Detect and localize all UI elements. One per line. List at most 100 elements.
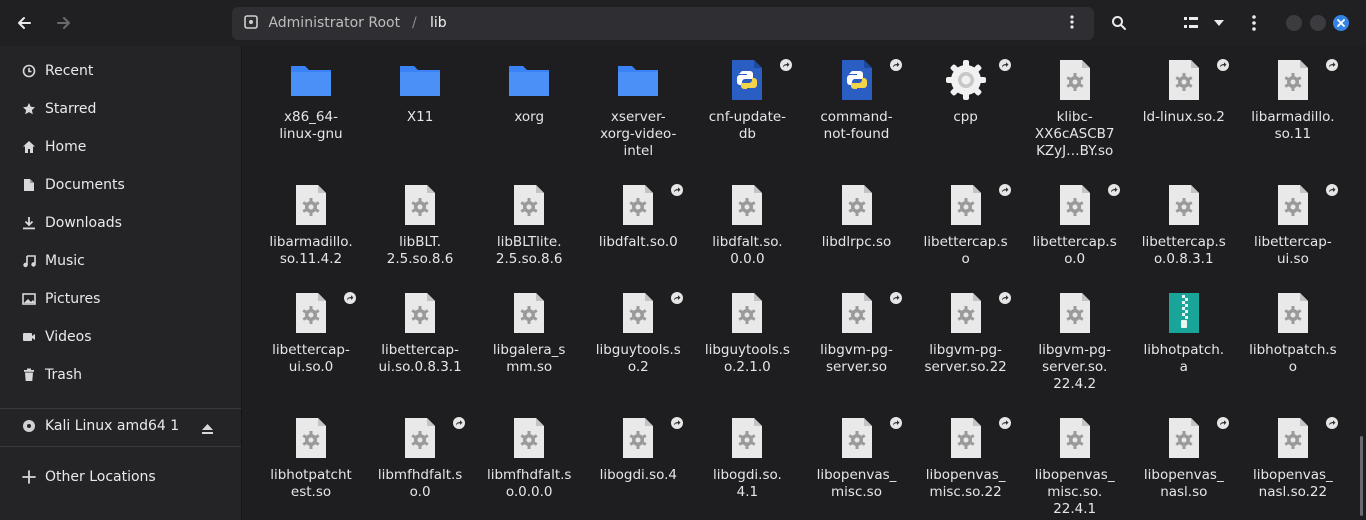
crumb-current[interactable]: lib bbox=[430, 7, 447, 40]
library-file-icon bbox=[944, 291, 988, 335]
file-name: libettercap.s o bbox=[923, 234, 1008, 267]
close-icon bbox=[1337, 19, 1345, 27]
folder-icon bbox=[289, 58, 333, 102]
file-name: libgvm-pg- server.so bbox=[820, 342, 893, 375]
chevron-down-icon bbox=[1214, 20, 1224, 26]
file-name: libopenvas_ misc.so bbox=[816, 467, 897, 500]
symlink-badge-icon bbox=[453, 414, 466, 433]
scrollbar[interactable] bbox=[1359, 46, 1363, 520]
library-file-icon bbox=[725, 291, 769, 335]
sidebar: Recent Starred Home Documents Downloads Music… bbox=[0, 46, 242, 520]
minimize-button[interactable] bbox=[1286, 15, 1302, 31]
symlink-badge-icon bbox=[1216, 414, 1229, 433]
file-name: libopenvas_ nasl.so bbox=[1143, 467, 1224, 500]
symlink-badge-icon bbox=[671, 414, 684, 433]
hard-drive-icon bbox=[244, 15, 258, 29]
path-bar[interactable]: Administrator Root / lib bbox=[232, 7, 1094, 40]
sidebar-item-label: Videos bbox=[45, 329, 92, 345]
sidebar-item-videos[interactable]: Videos bbox=[0, 318, 241, 356]
sidebar-item-recent[interactable]: Recent bbox=[0, 52, 241, 90]
clock-icon bbox=[21, 63, 37, 79]
library-file-icon bbox=[398, 291, 442, 335]
sidebar-item-label: Starred bbox=[45, 101, 97, 117]
file-name: libettercap.s o.0.8.3.1 bbox=[1141, 234, 1226, 267]
sidebar-item-home[interactable]: Home bbox=[0, 128, 241, 166]
scrollbar-thumb[interactable] bbox=[1360, 436, 1363, 516]
forward-button[interactable] bbox=[48, 7, 80, 39]
symlink-badge-icon bbox=[344, 289, 356, 308]
file-name: ld-linux.so.2 bbox=[1142, 109, 1225, 125]
sidebar-item-other-locations[interactable]: Other Locations bbox=[0, 458, 241, 496]
crumb-root[interactable]: Administrator Root bbox=[244, 7, 400, 40]
file-name: command- not-found bbox=[820, 109, 893, 142]
search-button[interactable] bbox=[1103, 7, 1135, 39]
sidebar-item-downloads[interactable]: Downloads bbox=[0, 204, 241, 242]
sidebar-item-label: Recent bbox=[45, 63, 94, 79]
sidebar-item-trash[interactable]: Trash bbox=[0, 356, 241, 394]
file-name: libguytools.s o.2 bbox=[595, 342, 681, 375]
library-file-icon bbox=[1271, 416, 1315, 460]
disc-icon bbox=[21, 418, 37, 434]
symlink-badge-icon bbox=[671, 181, 684, 200]
main-menu-button[interactable] bbox=[1238, 7, 1270, 39]
forward-icon bbox=[57, 17, 70, 29]
symlink-badge-icon bbox=[998, 414, 1011, 433]
sidebar-item-label: Trash bbox=[45, 367, 82, 383]
picture-icon bbox=[21, 291, 37, 307]
library-file-icon bbox=[1053, 416, 1097, 460]
list-view-icon bbox=[1184, 17, 1198, 28]
library-file-icon bbox=[1271, 291, 1315, 335]
file-name: libdfalt.so. 0.0.0 bbox=[712, 234, 783, 267]
sidebar-item-label: Documents bbox=[45, 177, 125, 193]
view-options-button[interactable] bbox=[1203, 7, 1235, 39]
search-icon bbox=[1112, 16, 1126, 30]
sidebar-item-starred[interactable]: Starred bbox=[0, 90, 241, 128]
library-file-icon bbox=[1053, 183, 1097, 227]
python-script-icon bbox=[725, 58, 769, 102]
library-file-icon bbox=[1271, 183, 1315, 227]
executable-icon bbox=[944, 58, 988, 102]
symlink-badge-icon bbox=[889, 414, 902, 433]
library-file-icon bbox=[835, 291, 879, 335]
close-button[interactable] bbox=[1333, 15, 1349, 31]
sidebar-item-kali-linux[interactable]: Kali Linux amd64 1 bbox=[0, 407, 241, 445]
file-name: cpp bbox=[953, 109, 978, 125]
file-grid: x86_64- linux-gnu X11 xorg xserver- xorg-vi… bbox=[242, 46, 1357, 520]
path-menu-button[interactable] bbox=[1070, 7, 1074, 40]
folder-icon bbox=[398, 58, 442, 102]
sidebar-item-music[interactable]: Music bbox=[0, 242, 241, 280]
file-name: libogdi.so.4 bbox=[599, 467, 678, 483]
file-name: libdfalt.so.0 bbox=[598, 234, 678, 250]
back-button[interactable] bbox=[8, 7, 40, 39]
symlink-badge-icon bbox=[780, 56, 793, 75]
library-file-icon bbox=[507, 291, 551, 335]
crumb-root-label: Administrator Root bbox=[268, 15, 401, 31]
library-file-icon bbox=[616, 416, 660, 460]
library-file-icon bbox=[507, 183, 551, 227]
eject-icon[interactable] bbox=[201, 420, 214, 439]
crumb-separator: / bbox=[412, 15, 417, 31]
more-vert-icon bbox=[1070, 15, 1074, 29]
file-name: cnf-update- db bbox=[708, 109, 787, 142]
file-name: libettercap- ui.so.0.8.3.1 bbox=[378, 342, 462, 375]
file-name: libdlrpc.so bbox=[821, 234, 892, 250]
kebab-menu-icon bbox=[1252, 15, 1256, 31]
library-file-icon bbox=[1053, 291, 1097, 335]
file-name: libhotpatch.s o bbox=[1249, 342, 1337, 375]
file-name: libmfhdfalt.s o.0.0.0 bbox=[486, 467, 572, 500]
file-name: libhotpatcht est.so bbox=[270, 467, 352, 500]
document-icon bbox=[21, 177, 37, 193]
file-name: libopenvas_ misc.so. 22.4.1 bbox=[1034, 467, 1115, 517]
library-file-icon bbox=[944, 183, 988, 227]
download-icon bbox=[21, 215, 37, 231]
sidebar-item-label: Kali Linux amd64 1 bbox=[45, 418, 180, 434]
back-icon bbox=[18, 17, 31, 29]
file-name: libmfhdfalt.s o.0 bbox=[377, 467, 463, 500]
sidebar-item-pictures[interactable]: Pictures bbox=[0, 280, 241, 318]
file-name: libettercap- ui.so bbox=[1254, 234, 1332, 267]
file-name: libgvm-pg- server.so.22 bbox=[924, 342, 1007, 375]
sidebar-item-documents[interactable]: Documents bbox=[0, 166, 241, 204]
maximize-button[interactable] bbox=[1310, 15, 1326, 31]
library-file-icon bbox=[835, 416, 879, 460]
file-name: libopenvas_ misc.so.22 bbox=[925, 467, 1006, 500]
